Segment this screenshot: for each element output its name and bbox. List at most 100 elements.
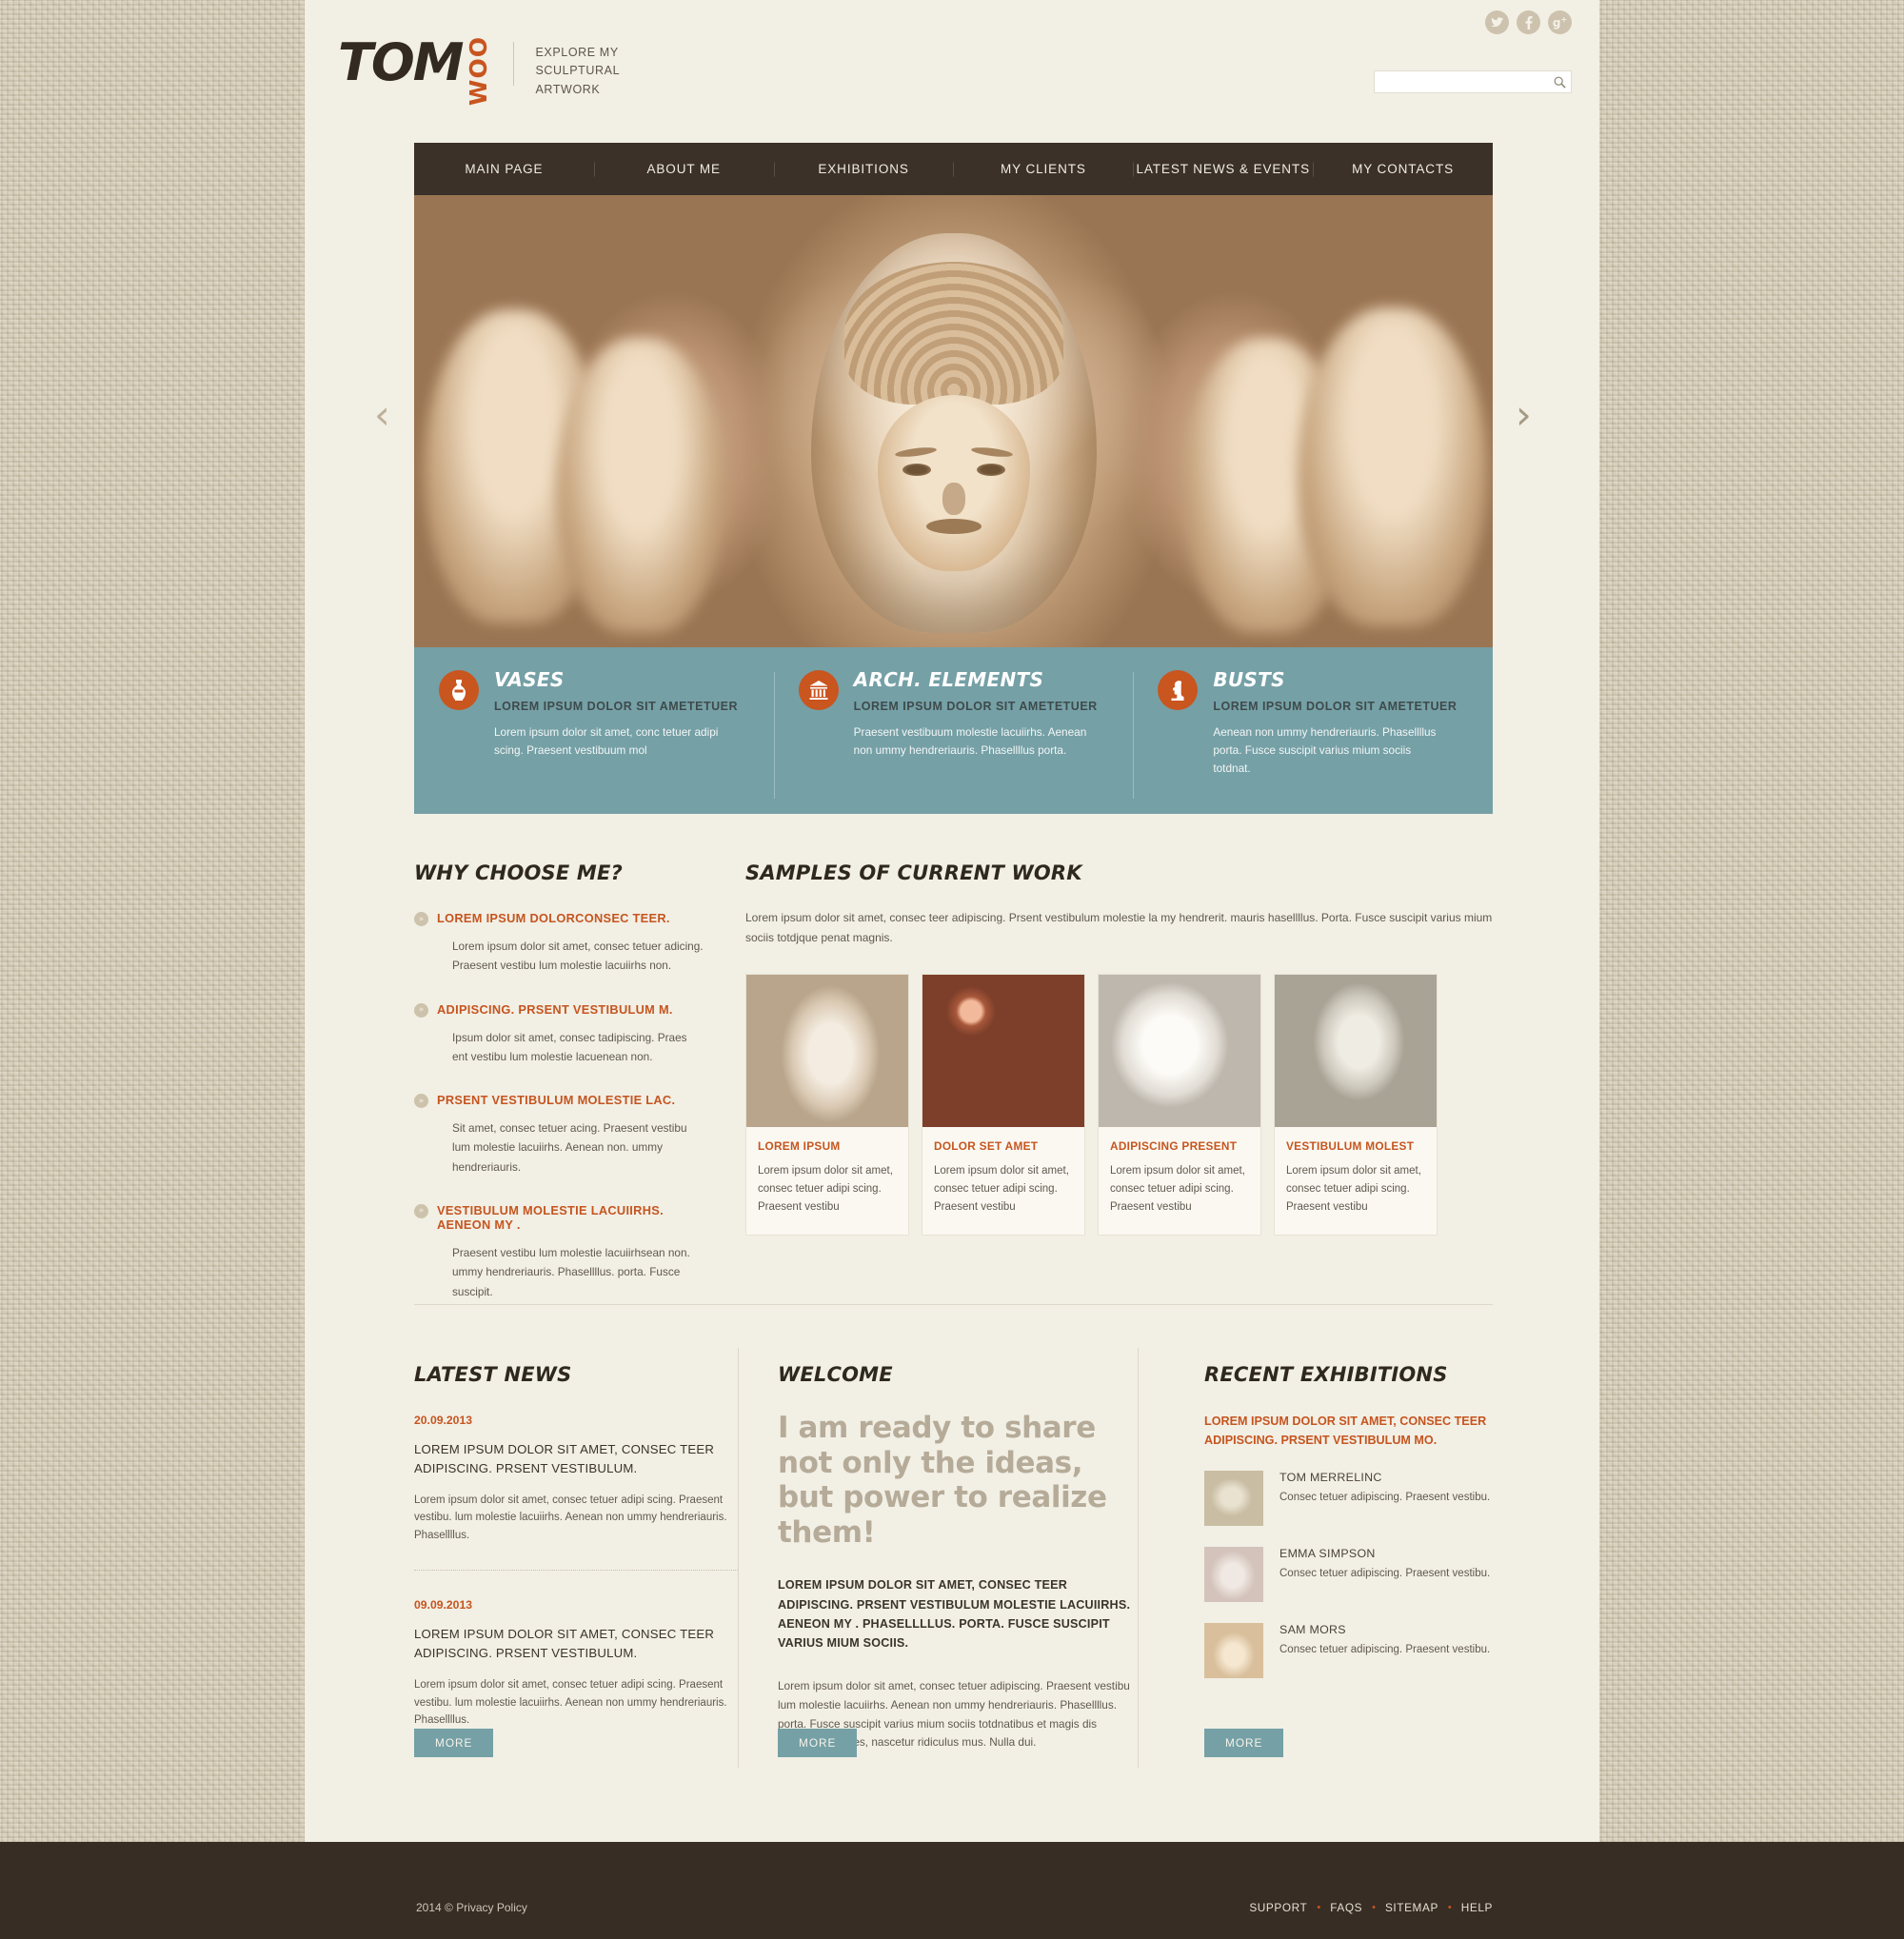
news-item[interactable]: 09.09.2013 LOREM IPSUM DOLOR SIT AMET, C… xyxy=(414,1598,738,1729)
bust-icon xyxy=(1158,670,1199,710)
marble-bust-thumbnail[interactable] xyxy=(746,975,908,1128)
statue-nose xyxy=(942,483,965,515)
news-headline[interactable]: LOREM IPSUM DOLOR SIT AMET, CONSEC TEER … xyxy=(414,1625,738,1663)
why-item-head[interactable]: ADIPISCING. PRSENT VESTIBULUM M. xyxy=(437,1002,704,1017)
twitter-icon[interactable] xyxy=(1485,10,1509,34)
feature-title: VASES xyxy=(494,668,565,691)
sample-card[interactable]: ADIPISCING PRESENT Lorem ipsum dolor sit… xyxy=(1098,974,1261,1237)
hero-slide-image xyxy=(414,195,1493,647)
sample-card-title[interactable]: DOLOR SET AMET xyxy=(934,1139,1073,1153)
footer-links: SUPPORT • FAQS • SITEMAP • HELP xyxy=(1249,1901,1493,1914)
nav-item-main-page[interactable]: MAIN PAGE xyxy=(414,162,594,176)
sample-card-title[interactable]: VESTIBULUM MOLEST xyxy=(1286,1139,1425,1153)
slider-next-arrow-icon[interactable]: › xyxy=(1516,395,1532,435)
vase-icon xyxy=(439,670,479,710)
why-item-head[interactable]: LOREM IPSUM DOLORCONSEC TEER. xyxy=(437,911,704,925)
white-cherub-thumbnail[interactable] xyxy=(1099,975,1260,1128)
mid-section: WHY CHOOSE ME? » LOREM IPSUM DOLORCONSEC… xyxy=(414,861,1493,1328)
foreground-statue xyxy=(810,233,1097,633)
list-item[interactable]: » ADIPISCING. PRSENT VESTIBULUM M. Ipsum… xyxy=(414,1002,704,1067)
feature-busts[interactable]: BUSTS LOREM IPSUM DOLOR SIT AMETETUER Ae… xyxy=(1133,668,1493,814)
exhibitions-more-button[interactable]: MORE xyxy=(1204,1729,1284,1757)
search-input[interactable] xyxy=(1375,71,1548,92)
sample-card[interactable]: LOREM IPSUM Lorem ipsum dolor sit amet, … xyxy=(745,974,909,1237)
exhibition-item[interactable]: SAM MORS Consec tetuer adipiscing. Praes… xyxy=(1204,1623,1493,1679)
sample-card-title[interactable]: ADIPISCING PRESENT xyxy=(1110,1139,1249,1153)
nav-item-my-contacts[interactable]: MY CONTACTS xyxy=(1313,162,1493,176)
sample-card-text: Lorem ipsum dolor sit amet, consec tetue… xyxy=(934,1165,1069,1213)
news-headline[interactable]: LOREM IPSUM DOLOR SIT AMET, CONSEC TEER … xyxy=(414,1440,738,1478)
logo-accent-text: WOO xyxy=(465,36,493,107)
terracotta-pots-thumbnail[interactable] xyxy=(922,975,1084,1128)
hero-slider xyxy=(414,195,1493,647)
sample-card-text: Lorem ipsum dolor sit amet, consec tetue… xyxy=(758,1165,893,1213)
news-item[interactable]: 20.09.2013 LOREM IPSUM DOLOR SIT AMET, C… xyxy=(414,1414,738,1544)
welcome-quote: I am ready to share not only the ideas, … xyxy=(778,1411,1107,1550)
exhibition-item[interactable]: TOM MERRELINC Consec tetuer adipiscing. … xyxy=(1204,1471,1493,1527)
feature-text: Aenean non ummy hendreriauris. Phasellll… xyxy=(1213,725,1437,776)
exhibition-text: Consec tetuer adipiscing. Praesent vesti… xyxy=(1279,1568,1491,1580)
feature-arch-elements[interactable]: ARCH. ELEMENTS LOREM IPSUM DOLOR SIT AME… xyxy=(773,668,1134,814)
statue-face xyxy=(877,395,1030,571)
why-choose-column: WHY CHOOSE ME? » LOREM IPSUM DOLORCONSEC… xyxy=(414,861,704,1328)
feature-subtitle: LOREM IPSUM DOLOR SIT AMETETUER xyxy=(1213,700,1458,713)
facebook-icon[interactable] xyxy=(1517,10,1540,34)
site-logo[interactable]: TOM WOO Explore my sculptural artwork xyxy=(338,36,678,107)
recent-exhibitions-lead[interactable]: LOREM IPSUM DOLOR SIT AMET, CONSEC TEER … xyxy=(1204,1413,1493,1450)
background-statue xyxy=(557,338,724,633)
statue-mouth xyxy=(925,519,982,534)
feature-text: Lorem ipsum dolor sit amet, conc tetuer … xyxy=(494,725,719,758)
why-choose-title: WHY CHOOSE ME? xyxy=(414,861,623,884)
feature-vases[interactable]: VASES LOREM IPSUM DOLOR SIT AMETETUER Lo… xyxy=(414,668,774,814)
search-box[interactable] xyxy=(1374,70,1572,93)
news-text: Lorem ipsum dolor sit amet, consec tetue… xyxy=(414,1679,727,1727)
statue-eye xyxy=(902,464,931,476)
nav-item-latest-news[interactable]: LATEST NEWS & EVENTS xyxy=(1133,162,1313,176)
news-more-button[interactable]: MORE xyxy=(414,1729,494,1757)
footer-link-sitemap[interactable]: SITEMAP xyxy=(1385,1901,1438,1914)
footer-separator-icon: • xyxy=(1447,1902,1452,1913)
slider-prev-arrow-icon[interactable]: ‹ xyxy=(374,395,390,435)
sample-card[interactable]: DOLOR SET AMET Lorem ipsum dolor sit ame… xyxy=(922,974,1085,1237)
latest-news-title: LATEST NEWS xyxy=(414,1363,572,1386)
social-links: g+ xyxy=(1485,10,1572,34)
laughing-buddha-thumbnail[interactable] xyxy=(1204,1471,1263,1527)
welcome-more-button[interactable]: MORE xyxy=(778,1729,858,1757)
elephant-figurine-thumbnail[interactable] xyxy=(1204,1623,1263,1679)
footer-separator-icon: • xyxy=(1372,1902,1376,1913)
samples-column: SAMPLES OF CURRENT WORK Lorem ipsum dolo… xyxy=(704,861,1493,1328)
footer-separator-icon: • xyxy=(1317,1902,1321,1913)
nav-item-about-me[interactable]: ABOUT ME xyxy=(594,162,774,176)
exhibition-name: TOM MERRELINC xyxy=(1279,1471,1382,1485)
exhibition-text: Consec tetuer adipiscing. Praesent vesti… xyxy=(1279,1492,1491,1504)
footer-link-faqs[interactable]: FAQS xyxy=(1330,1901,1362,1914)
nav-item-exhibitions[interactable]: EXHIBITIONS xyxy=(774,162,954,176)
google-plus-icon[interactable]: g+ xyxy=(1548,10,1572,34)
list-item[interactable]: » VESTIBULUM MOLESTIE LACUIIRHS. AENEON … xyxy=(414,1203,704,1301)
list-item[interactable]: » LOREM IPSUM DOLORCONSEC TEER. Lorem ip… xyxy=(414,911,704,976)
why-item-head[interactable]: PRSENT VESTIBULUM MOLESTIE LAC. xyxy=(437,1093,704,1107)
statue-eye xyxy=(976,464,1005,476)
why-item-head[interactable]: VESTIBULUM MOLESTIE LACUIIRHS. AENEON MY… xyxy=(437,1203,704,1232)
list-item[interactable]: » PRSENT VESTIBULUM MOLESTIE LAC. Sit am… xyxy=(414,1093,704,1177)
main-navigation: MAIN PAGE ABOUT ME EXHIBITIONS MY CLIENT… xyxy=(414,143,1493,195)
bottom-section: LATEST NEWS 20.09.2013 LOREM IPSUM DOLOR… xyxy=(414,1347,1493,1769)
sample-card[interactable]: VESTIBULUM MOLEST Lorem ipsum dolor sit … xyxy=(1274,974,1438,1237)
footer-link-help[interactable]: HELP xyxy=(1461,1901,1493,1914)
sample-card-title[interactable]: LOREM IPSUM xyxy=(758,1139,897,1153)
nav-item-my-clients[interactable]: MY CLIENTS xyxy=(953,162,1133,176)
logo-divider xyxy=(513,42,515,86)
samples-intro-text: Lorem ipsum dolor sit amet, consec teer … xyxy=(745,911,1493,944)
news-date: 20.09.2013 xyxy=(414,1414,472,1427)
search-icon[interactable] xyxy=(1548,71,1571,92)
background-statue xyxy=(1298,307,1488,626)
exhibition-item[interactable]: EMMA SIMPSON Consec tetuer adipiscing. P… xyxy=(1204,1547,1493,1603)
site-footer: 2014 © Privacy Policy SUPPORT • FAQS • S… xyxy=(0,1842,1904,1939)
footer-link-support[interactable]: SUPPORT xyxy=(1249,1901,1307,1914)
news-date: 09.09.2013 xyxy=(414,1598,472,1613)
news-divider xyxy=(414,1570,738,1572)
latest-news-column: LATEST NEWS 20.09.2013 LOREM IPSUM DOLOR… xyxy=(414,1363,738,1757)
stone-angel-thumbnail[interactable] xyxy=(1275,975,1437,1128)
temple-icon xyxy=(798,670,839,710)
cherub-angel-thumbnail[interactable] xyxy=(1204,1547,1263,1603)
